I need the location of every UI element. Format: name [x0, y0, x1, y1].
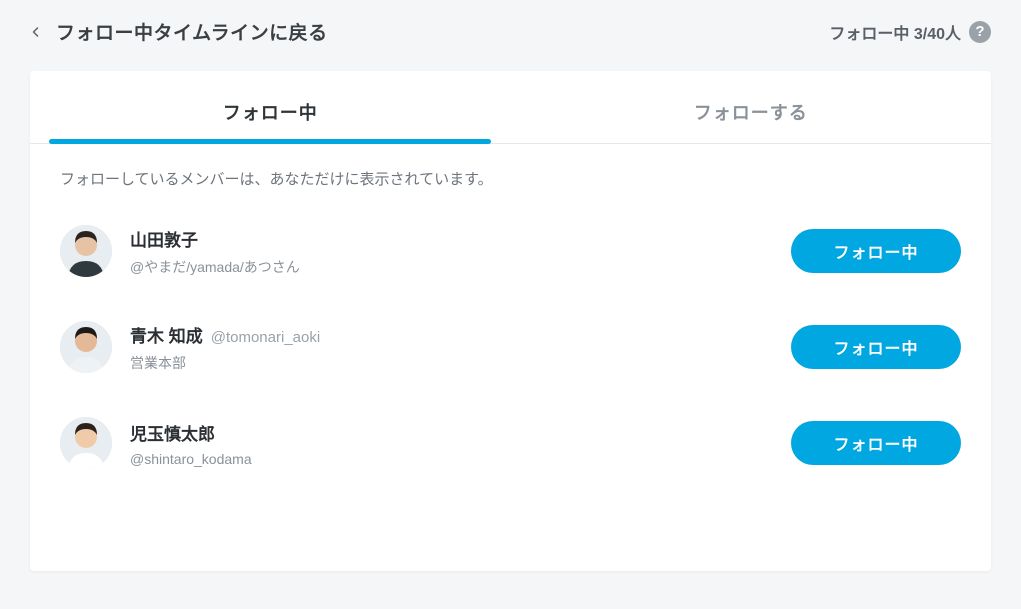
back-label: フォロー中タイムラインに戻る: [56, 18, 328, 45]
follow-button[interactable]: フォロー中: [791, 229, 961, 273]
back-link[interactable]: フォロー中タイムラインに戻る: [30, 18, 328, 45]
member-info: 青木 知成 @tomonari_aoki 営業本部: [130, 322, 791, 373]
tab-label: フォローする: [694, 103, 808, 123]
tab-label: フォロー中: [223, 103, 318, 123]
member-info: 山田敦子 @やまだ/yamada/あつさん: [130, 226, 791, 277]
notice-text: フォローしているメンバーは、あなただけに表示されています。: [30, 144, 991, 203]
member-list: 山田敦子@やまだ/yamada/あつさんフォロー中 青木 知成@tomonari…: [30, 203, 991, 491]
tabs: フォロー中 フォローする: [30, 71, 991, 144]
tab-follow[interactable]: フォローする: [511, 71, 992, 143]
member-info: 児玉慎太郎 @shintaro_kodama: [130, 420, 791, 467]
follow-button[interactable]: フォロー中: [791, 325, 961, 369]
member-name[interactable]: 山田敦子: [130, 226, 198, 251]
member-name-line: 児玉慎太郎: [130, 420, 791, 445]
member-handle-inline: @tomonari_aoki: [211, 329, 320, 346]
member-sub: @やまだ/yamada/あつさん: [130, 257, 791, 277]
page-root: フォロー中タイムラインに戻る フォロー中 3/40人 ? フォロー中 フォローす…: [0, 0, 1021, 571]
member-name-line: 青木 知成 @tomonari_aoki: [130, 322, 791, 347]
tab-following[interactable]: フォロー中: [30, 71, 511, 143]
follow-counter-text: フォロー中 3/40人: [829, 20, 961, 44]
avatar[interactable]: [60, 417, 112, 469]
avatar[interactable]: [60, 321, 112, 373]
card: フォロー中 フォローする フォローしているメンバーは、あなただけに表示されていま…: [30, 71, 991, 571]
member-name[interactable]: 児玉慎太郎: [130, 420, 215, 445]
follow-button[interactable]: フォロー中: [791, 421, 961, 465]
topbar: フォロー中タイムラインに戻る フォロー中 3/40人 ?: [0, 0, 1021, 57]
member-row: 児玉慎太郎 @shintaro_kodamaフォロー中: [60, 395, 961, 491]
member-name-line: 山田敦子: [130, 226, 791, 251]
member-row: 青木 知成 @tomonari_aoki 営業本部フォロー中: [60, 299, 961, 395]
chevron-left-icon: [30, 26, 42, 38]
member-row: 山田敦子 @やまだ/yamada/あつさんフォロー中: [60, 203, 961, 299]
follow-counter: フォロー中 3/40人 ?: [829, 20, 991, 44]
member-name[interactable]: 青木 知成: [130, 322, 203, 347]
member-sub: @shintaro_kodama: [130, 451, 791, 467]
help-icon[interactable]: ?: [969, 21, 991, 43]
member-sub: 営業本部: [130, 353, 791, 373]
avatar[interactable]: [60, 225, 112, 277]
